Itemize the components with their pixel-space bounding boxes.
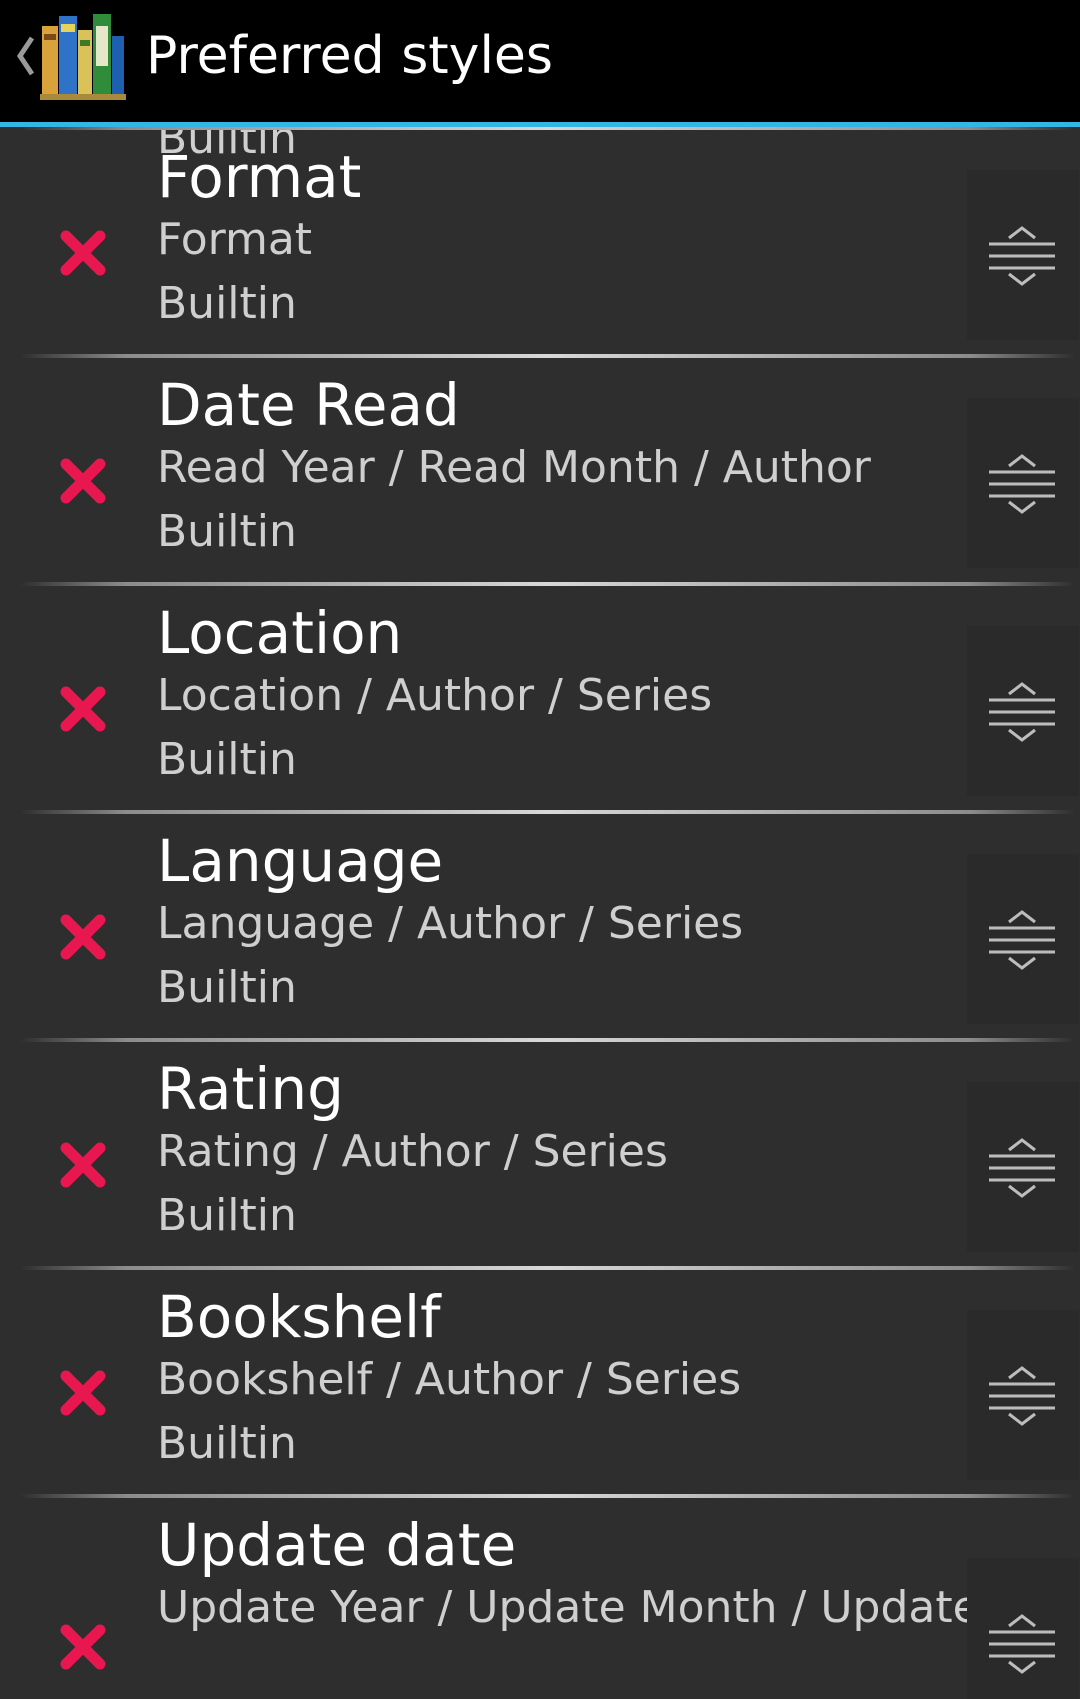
drag-handle[interactable] (967, 170, 1079, 340)
delete-icon[interactable] (58, 456, 108, 506)
style-name: Bookshelf (157, 1283, 441, 1351)
drag-handle[interactable] (967, 1082, 1079, 1252)
drag-handle-icon (989, 682, 1055, 742)
delete-icon[interactable] (58, 228, 108, 278)
books-icon[interactable] (40, 12, 126, 100)
style-kind: Builtin (157, 506, 297, 557)
list-item[interactable]: Rating Rating / Author / Series Builtin (0, 1042, 1080, 1270)
style-kind: Builtin (157, 1418, 297, 1469)
drag-handle[interactable] (967, 398, 1079, 568)
style-description: Format (157, 214, 313, 265)
chevron-left-icon[interactable] (10, 26, 40, 86)
style-name: Date Read (157, 371, 460, 439)
action-bar: Preferred styles (0, 0, 1080, 127)
style-kind: Builtin (157, 1190, 297, 1241)
delete-icon[interactable] (58, 684, 108, 734)
drag-handle-icon (989, 1138, 1055, 1198)
list-item[interactable]: Language Language / Author / Series Buil… (0, 814, 1080, 1042)
delete-icon[interactable] (58, 1140, 108, 1190)
delete-icon[interactable] (58, 1622, 108, 1672)
drag-handle[interactable] (967, 1310, 1079, 1480)
style-kind: Builtin (157, 734, 297, 785)
style-description: Update Year / Update Month / Update (157, 1582, 980, 1633)
drag-handle-icon (989, 1614, 1055, 1674)
drag-handle[interactable] (967, 626, 1079, 796)
drag-handle-icon (989, 1366, 1055, 1426)
page-title: Preferred styles (146, 26, 553, 86)
style-name: Rating (157, 1055, 344, 1123)
style-name: Format (157, 143, 362, 211)
style-description: Location / Author / Series (157, 670, 713, 721)
list-item[interactable]: Bookshelf Bookshelf / Author / Series Bu… (0, 1270, 1080, 1498)
list-item[interactable]: Format Format Builtin (0, 130, 1080, 358)
style-name: Language (157, 827, 444, 895)
list-item[interactable]: Location Location / Author / Series Buil… (0, 586, 1080, 814)
delete-icon[interactable] (58, 1368, 108, 1418)
delete-icon[interactable] (58, 912, 108, 962)
list-item[interactable]: Date Read Read Year / Read Month / Autho… (0, 358, 1080, 586)
drag-handle[interactable] (967, 1558, 1079, 1699)
style-kind: Builtin (157, 278, 297, 329)
drag-handle-icon (989, 226, 1055, 286)
style-description: Bookshelf / Author / Series (157, 1354, 742, 1405)
style-name: Update date (157, 1511, 517, 1579)
styles-list[interactable]: Builtin Format Format Builtin Date Read … (0, 127, 1080, 1699)
drag-handle-icon (989, 910, 1055, 970)
drag-handle-icon (989, 454, 1055, 514)
style-description: Rating / Author / Series (157, 1126, 668, 1177)
style-description: Language / Author / Series (157, 898, 744, 949)
style-name: Location (157, 599, 403, 667)
drag-handle[interactable] (967, 854, 1079, 1024)
list-item[interactable]: Update date Update Year / Update Month /… (0, 1498, 1080, 1699)
style-description: Read Year / Read Month / Author (157, 442, 871, 493)
style-kind: Builtin (157, 962, 297, 1013)
